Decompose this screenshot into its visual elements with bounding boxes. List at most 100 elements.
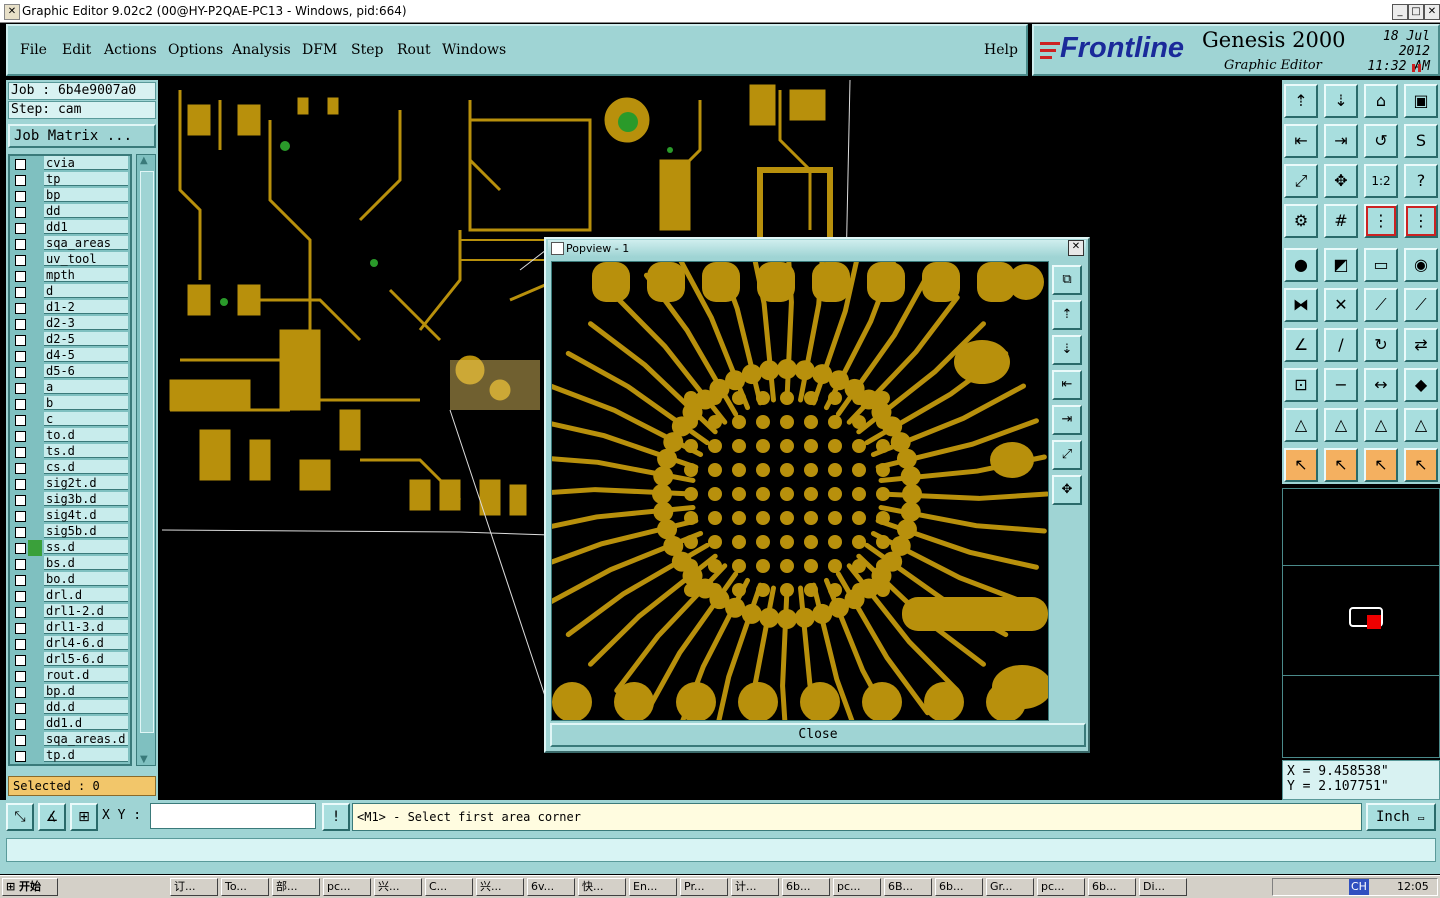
layer-name[interactable]: a: [44, 380, 128, 394]
layers-a-icon[interactable]: ⋮: [1364, 204, 1398, 238]
taskbar-item[interactable]: Pr...: [680, 878, 728, 896]
taskbar-item[interactable]: Gr...: [986, 878, 1034, 896]
popview-close-icon[interactable]: ✕: [1068, 240, 1084, 256]
layer-affected-marker[interactable]: [28, 684, 42, 700]
layer-name[interactable]: drl1-2.d: [44, 604, 128, 618]
taskbar-item[interactable]: pc...: [833, 878, 881, 896]
layer-name[interactable]: dd.d: [44, 700, 128, 714]
layer-affected-marker[interactable]: [28, 204, 42, 220]
taskbar-item[interactable]: 计...: [731, 878, 779, 896]
taskbar-item[interactable]: Di...: [1139, 878, 1187, 896]
layer-affected-marker[interactable]: [28, 316, 42, 332]
line-draw-icon[interactable]: ◩: [1324, 248, 1358, 282]
taskbar-item[interactable]: 6b...: [1088, 878, 1136, 896]
layer-checkbox[interactable]: [15, 239, 26, 250]
menu-dfm[interactable]: DFM: [302, 42, 337, 58]
layer-affected-marker[interactable]: [28, 252, 42, 268]
layer-affected-marker[interactable]: [28, 284, 42, 300]
layer-affected-marker[interactable]: [28, 156, 42, 172]
layer-row[interactable]: tp: [10, 172, 130, 188]
layer-row[interactable]: ss.d: [10, 540, 130, 556]
layer-affected-marker[interactable]: [28, 668, 42, 684]
layer-affected-marker[interactable]: [28, 236, 42, 252]
taskbar-item[interactable]: En...: [629, 878, 677, 896]
layer-checkbox[interactable]: [15, 495, 26, 506]
taskbar-item[interactable]: 部...: [272, 878, 320, 896]
layer-checkbox[interactable]: [15, 223, 26, 234]
layers-b-icon[interactable]: ⋮: [1404, 204, 1438, 238]
layer-row[interactable]: sig5b.d: [10, 524, 130, 540]
cross-icon[interactable]: ✕: [1324, 288, 1358, 322]
angle-mode-icon[interactable]: ∡: [38, 803, 66, 831]
snap-icon[interactable]: ⊡: [1284, 368, 1318, 402]
triangle-a-icon[interactable]: △: [1284, 408, 1318, 442]
layer-row[interactable]: bo.d: [10, 572, 130, 588]
layer-affected-marker[interactable]: [28, 652, 42, 668]
layer-affected-marker[interactable]: [28, 220, 42, 236]
segment-icon[interactable]: ⟋: [1364, 288, 1398, 322]
menu-windows[interactable]: Windows: [442, 42, 506, 58]
window-icon[interactable]: ▣: [1404, 84, 1438, 118]
layer-checkbox[interactable]: [15, 751, 26, 762]
layer-affected-marker[interactable]: [28, 540, 42, 556]
layer-row[interactable]: sqa_areas: [10, 236, 130, 252]
layer-name[interactable]: d2-5: [44, 332, 128, 346]
popview-right-icon[interactable]: ⇥: [1052, 405, 1082, 435]
layer-affected-marker[interactable]: [28, 508, 42, 524]
layer-row[interactable]: sig3b.d: [10, 492, 130, 508]
layer-checkbox[interactable]: [15, 511, 26, 522]
layer-row[interactable]: tp.d: [10, 748, 130, 764]
house-icon[interactable]: ⌂: [1364, 84, 1398, 118]
layer-row[interactable]: bp: [10, 188, 130, 204]
arc-icon[interactable]: ↻: [1364, 328, 1398, 362]
grid-icon[interactable]: #: [1324, 204, 1358, 238]
layer-affected-marker[interactable]: [28, 572, 42, 588]
layer-name[interactable]: d2-3: [44, 316, 128, 330]
layer-affected-marker[interactable]: [28, 300, 42, 316]
taskbar-item[interactable]: To...: [221, 878, 269, 896]
shapes-icon[interactable]: ◆: [1404, 368, 1438, 402]
layer-checkbox[interactable]: [15, 671, 26, 682]
layer-checkbox[interactable]: [15, 623, 26, 634]
layer-name[interactable]: dd: [44, 204, 128, 218]
layer-checkbox[interactable]: [15, 687, 26, 698]
layer-row[interactable]: drl.d: [10, 588, 130, 604]
layer-row[interactable]: mpth: [10, 268, 130, 284]
layer-affected-marker[interactable]: [28, 460, 42, 476]
layer-checkbox[interactable]: [15, 591, 26, 602]
layer-list[interactable]: cvia tp bp dd dd1 sqa_areas uv_tool mpth d d1-2 d2…: [8, 154, 132, 766]
layer-row[interactable]: d2-3: [10, 316, 130, 332]
home-icon[interactable]: ⇡: [1284, 84, 1318, 118]
layer-name[interactable]: cvia: [44, 156, 128, 170]
layer-row[interactable]: drl1-2.d: [10, 604, 130, 620]
layer-row[interactable]: d1-2: [10, 300, 130, 316]
tools-icon[interactable]: ⚙: [1284, 204, 1318, 238]
triangle-b-icon[interactable]: △: [1324, 408, 1358, 442]
layer-name[interactable]: tp.d: [44, 748, 128, 762]
layer-affected-marker[interactable]: [28, 524, 42, 540]
taskbar-item[interactable]: C...: [425, 878, 473, 896]
layer-checkbox[interactable]: [15, 607, 26, 618]
layer-row[interactable]: drl4-6.d: [10, 636, 130, 652]
layer-row[interactable]: bp.d: [10, 684, 130, 700]
popview-canvas[interactable]: [551, 261, 1049, 721]
layer-affected-marker[interactable]: [28, 412, 42, 428]
taskbar-item[interactable]: 6B...: [884, 878, 932, 896]
unit-selector[interactable]: Inch ▭: [1366, 803, 1436, 831]
taskbar-item[interactable]: 快...: [578, 878, 626, 896]
popview-down-icon[interactable]: ⇣: [1052, 335, 1082, 365]
layer-name[interactable]: bp.d: [44, 684, 128, 698]
layer-affected-marker[interactable]: [28, 588, 42, 604]
triangle-d-icon[interactable]: △: [1404, 408, 1438, 442]
layer-checkbox[interactable]: [15, 703, 26, 714]
menu-help[interactable]: Help: [984, 42, 1018, 58]
ruler-icon[interactable]: ▭: [1364, 248, 1398, 282]
layer-name[interactable]: d1-2: [44, 300, 128, 314]
popview-left-icon[interactable]: ⇤: [1052, 370, 1082, 400]
layer-row[interactable]: cvia: [10, 156, 130, 172]
layer-checkbox[interactable]: [15, 255, 26, 266]
pan-left-icon[interactable]: ⇤: [1284, 124, 1318, 158]
scrollbar-thumb[interactable]: [140, 171, 154, 733]
layer-list-scrollbar[interactable]: ▲ ▼: [136, 154, 156, 766]
layer-affected-marker[interactable]: [28, 396, 42, 412]
